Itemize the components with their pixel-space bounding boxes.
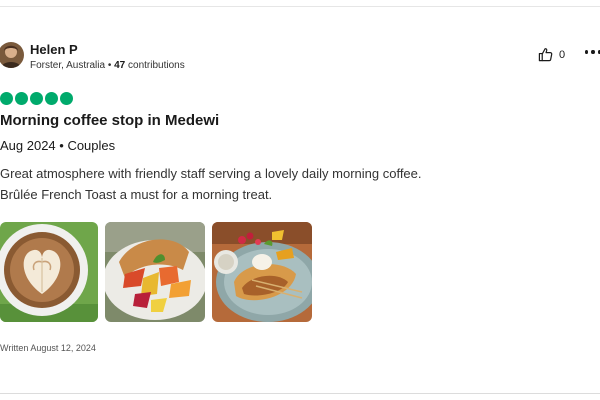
review-title[interactable]: Morning coffee stop in Medewi [0, 112, 219, 129]
more-options-button[interactable] [585, 50, 600, 56]
thumbs-up-icon [538, 48, 553, 62]
user-meta: Forster, Australia • 47 contributions [30, 60, 185, 71]
review-card: Helen P Forster, Australia • 47 contribu… [0, 0, 600, 400]
more-horizontal-icon-dot [585, 50, 589, 54]
rating-bubble-icon [30, 92, 43, 105]
user-avatar[interactable] [0, 42, 24, 68]
written-date: Written August 12, 2024 [0, 343, 96, 353]
rating-bubble-icon [60, 92, 73, 105]
bottom-divider [0, 393, 600, 394]
contributions-count: 47 [114, 60, 126, 71]
user-location: Forster, Australia [30, 60, 106, 71]
like-count: 0 [559, 48, 566, 61]
user-name[interactable]: Helen P [30, 42, 78, 57]
fruit-plate-photo [105, 222, 205, 322]
review-photo-french-toast[interactable] [212, 222, 312, 322]
latte-art-photo [0, 222, 98, 322]
meta-separator: • [107, 60, 112, 71]
review-header: Helen P Forster, Australia • 47 contribu… [0, 42, 600, 74]
review-photo-latte[interactable] [0, 222, 98, 322]
french-toast-photo [212, 222, 312, 322]
rating-bubble-icon [45, 92, 58, 105]
review-body-line: Brûlée French Toast a must for a morning… [0, 187, 273, 202]
bubble-rating [0, 92, 73, 105]
review-body: Great atmosphere with friendly staff ser… [0, 163, 560, 205]
review-date-trip-type: Aug 2024 • Couples [0, 138, 116, 153]
review-photos [0, 222, 312, 322]
rating-bubble-icon [0, 92, 13, 105]
rating-bubble-icon [15, 92, 28, 105]
avatar-photo-icon [0, 42, 24, 68]
more-horizontal-icon-dot [591, 50, 595, 54]
helpful-vote-button[interactable]: 0 [538, 47, 565, 62]
review-body-line: Great atmosphere with friendly staff ser… [0, 166, 422, 181]
review-photo-fruit-plate[interactable] [105, 222, 205, 322]
contributions-label: contributions [128, 60, 185, 71]
